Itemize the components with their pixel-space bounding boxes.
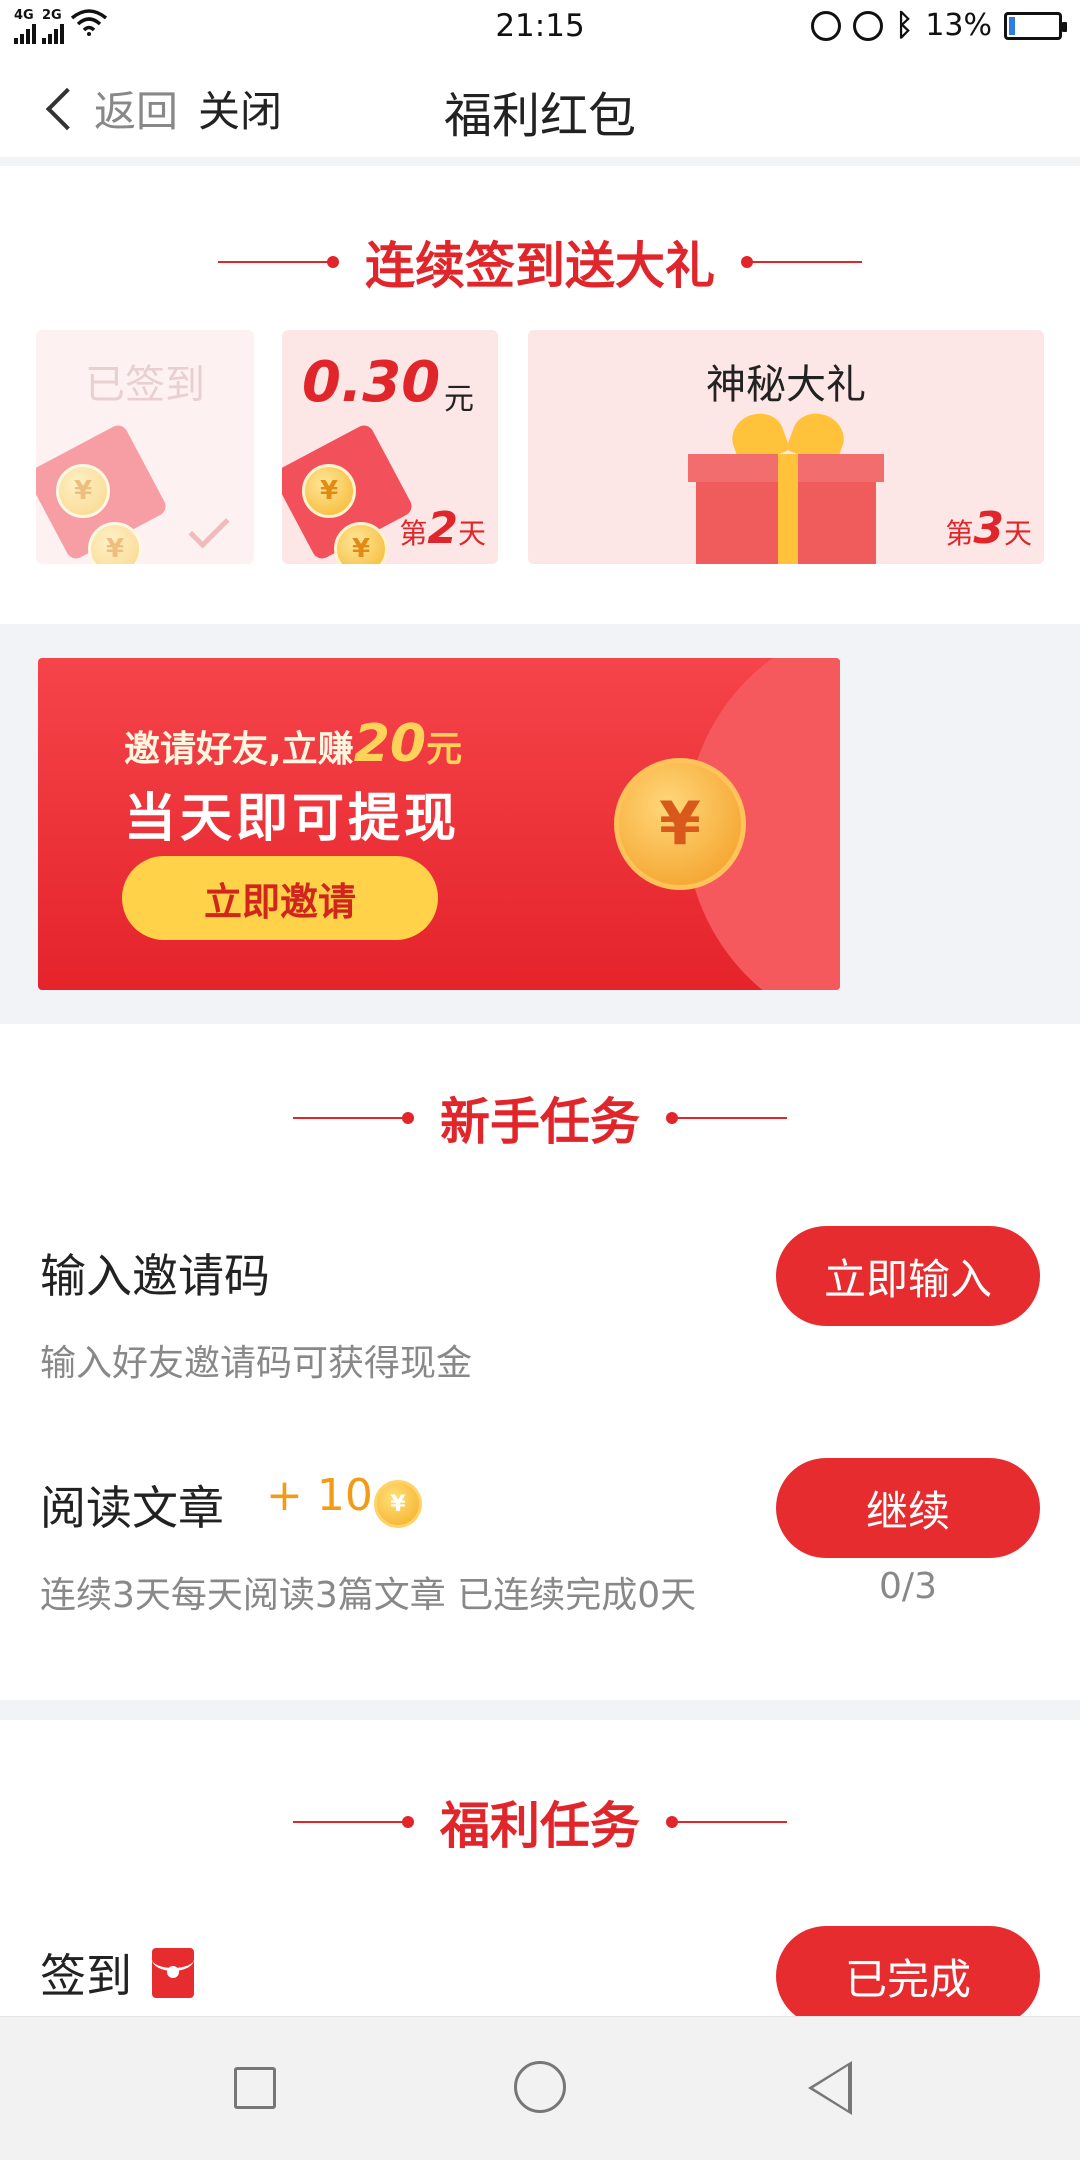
task-progress: 0/3 xyxy=(879,1566,937,1607)
status-bar: 4G 2G 21:15 ᛒ 13% xyxy=(0,0,1080,52)
banner-subline: 当天即可提现 xyxy=(124,789,461,849)
divider xyxy=(218,256,339,268)
welfare-header-title: 福利任务 xyxy=(440,1797,640,1855)
divider xyxy=(741,256,862,268)
signin-header: 连续签到送大礼 xyxy=(0,226,1080,298)
signed-label: 已签到 xyxy=(85,362,205,408)
welfare-tasks-section: 福利任务 签到 已完成 xyxy=(0,1720,1080,2026)
battery-fill xyxy=(1009,16,1015,35)
task-title: 输入邀请码 xyxy=(40,1249,270,1303)
continue-button[interactable]: 继续 xyxy=(776,1458,1040,1558)
back-triangle-icon[interactable] xyxy=(808,2061,852,2115)
day-label: 第2天 xyxy=(399,503,486,554)
reward-points: + 10 xyxy=(266,1470,373,1521)
task-title: 签到 xyxy=(40,1949,132,2003)
coin-icon: ¥ xyxy=(614,758,746,890)
divider xyxy=(666,1112,787,1124)
invite-now-button[interactable]: 立即邀请 xyxy=(122,856,438,940)
task-desc: 输入好友邀请码可获得现金 xyxy=(40,1343,473,1384)
page-title: 福利红包 xyxy=(443,88,636,144)
divider xyxy=(293,1816,414,1828)
battery-percent: 13% xyxy=(925,8,992,43)
mystery-gift-label: 神秘大礼 xyxy=(706,362,866,408)
signin-day2-card[interactable]: 0.30 元 ¥ ¥ 第2天 xyxy=(282,330,498,564)
divider xyxy=(666,1816,787,1828)
task-title: 阅读文章 xyxy=(40,1481,224,1535)
welfare-header: 福利任务 xyxy=(0,1786,1080,1858)
signin-day1-card[interactable]: 已签到 ¥ ¥ xyxy=(36,330,254,564)
lock-rotation-icon xyxy=(811,10,842,41)
bluetooth-icon: ᛒ xyxy=(895,8,914,43)
newbie-header: 新手任务 xyxy=(0,1082,1080,1154)
signin-header-title: 连续签到送大礼 xyxy=(365,237,715,295)
day-label: 第3天 xyxy=(945,503,1032,554)
home-icon[interactable] xyxy=(514,2061,566,2113)
completed-button[interactable]: 已完成 xyxy=(776,1926,1040,2026)
battery-icon xyxy=(1004,11,1067,40)
red-envelope-icon xyxy=(152,1948,194,1998)
system-nav-bar xyxy=(0,2016,1080,2160)
task-desc: 连续3天每天阅读3篇文章 已连续完成0天 xyxy=(40,1575,697,1616)
nav-bar: 返回 关闭 福利红包 xyxy=(0,52,1080,157)
banner-area: 邀请好友,立赚20元 当天即可提现 立即邀请 ¥ xyxy=(0,624,1080,1024)
recent-apps-icon[interactable] xyxy=(234,2067,276,2109)
coin-icon: ¥ xyxy=(56,464,110,518)
banner-headline: 邀请好友,立赚20元 xyxy=(124,714,463,774)
status-icons: ᛒ 13% xyxy=(811,8,1067,43)
signin-section: 连续签到送大礼 已签到 ¥ ¥ 0.30 元 ¥ ¥ 第2天 神秘大礼 第3天 xyxy=(0,166,1080,624)
coin-icon: ¥ xyxy=(374,1480,422,1528)
signin-day3-card[interactable]: 神秘大礼 第3天 xyxy=(528,330,1044,564)
coin-icon: ¥ xyxy=(302,464,356,518)
newbie-tasks-section: 新手任务 输入邀请码 输入好友邀请码可获得现金 立即输入 阅读文章 + 10 ¥… xyxy=(0,1024,1080,1700)
reward-unit: 元 xyxy=(444,382,474,417)
invite-banner[interactable]: 邀请好友,立赚20元 当天即可提现 立即邀请 ¥ xyxy=(38,658,840,990)
reward-amount: 0.30 xyxy=(302,350,441,415)
newbie-header-title: 新手任务 xyxy=(440,1093,640,1151)
alarm-icon xyxy=(853,10,884,41)
check-icon xyxy=(188,507,230,549)
enter-code-button[interactable]: 立即输入 xyxy=(776,1226,1040,1326)
divider xyxy=(293,1112,414,1124)
